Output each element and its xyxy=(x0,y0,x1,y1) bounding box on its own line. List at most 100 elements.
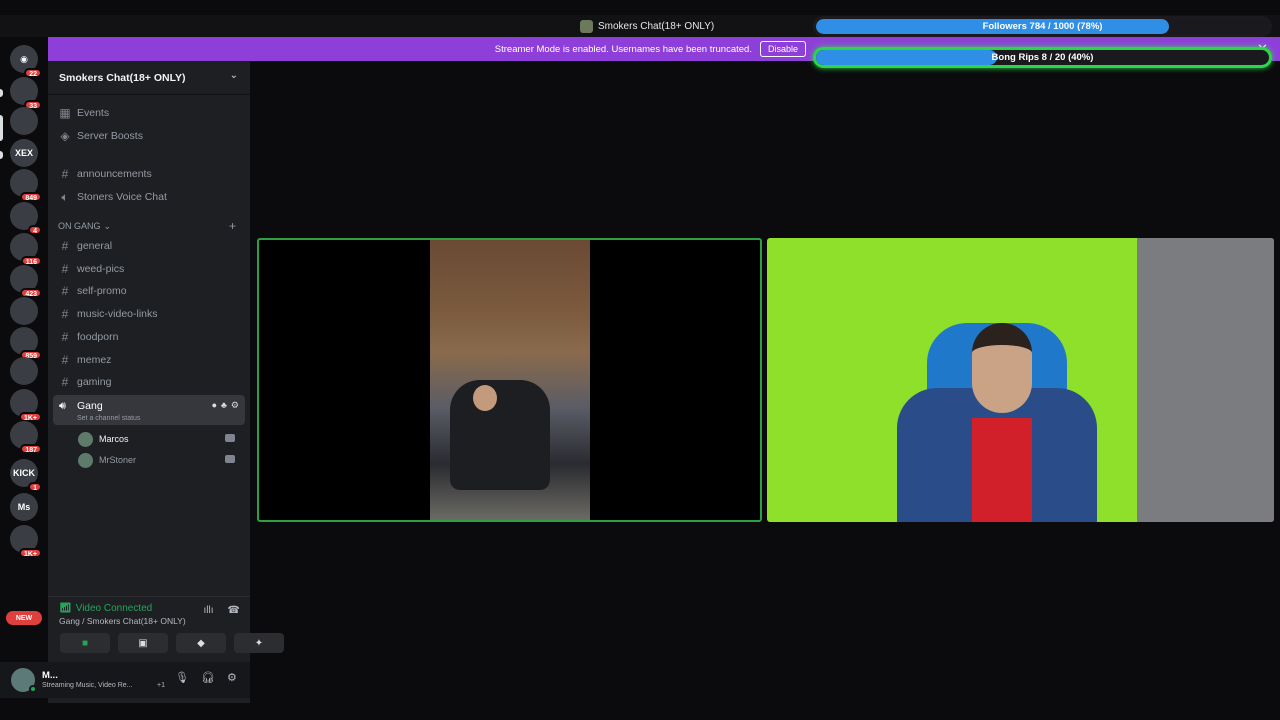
chevron-down-icon: ⌄ xyxy=(103,221,112,231)
server-1-icon[interactable]: 33 xyxy=(10,77,42,110)
user-controls: 🎙︎ 🎧︎ ⚙ xyxy=(175,671,237,684)
microphone-icon[interactable]: 🎙︎ xyxy=(175,671,189,684)
channel-label: general xyxy=(77,240,113,252)
calendar-icon: ▦ xyxy=(59,106,71,120)
server-glyph: Ms xyxy=(17,502,31,512)
headphones-icon[interactable]: 🎧︎ xyxy=(201,671,215,684)
speaker-icon: 🔊︎ xyxy=(59,400,66,412)
channel-label: music-video-links xyxy=(77,308,158,321)
voice-user-name: Marcos xyxy=(99,434,129,444)
invite-icon[interactable]: ♣ xyxy=(221,400,227,411)
chat-icon[interactable]: ● xyxy=(212,400,217,411)
server-4-icon[interactable]: 849 xyxy=(10,169,42,202)
boost-icon: ◈ xyxy=(60,129,70,143)
server-ms-icon[interactable]: Ms xyxy=(10,493,38,521)
channel-general[interactable]: # general xyxy=(54,236,244,256)
server-icon xyxy=(580,19,593,33)
disconnect-icon[interactable]: ☎ xyxy=(228,605,240,616)
voice-connection-panel: 📶︎ Video Connected Gang / Smokers Chat(1… xyxy=(48,596,284,661)
voice-location[interactable]: Gang / Smokers Chat(18+ ONLY) xyxy=(59,616,186,626)
window-title-text: Smokers Chat(18+ ONLY) xyxy=(598,20,715,32)
hash-icon: # xyxy=(61,239,69,253)
new-badge: NEW xyxy=(6,611,42,625)
channel-gaming[interactable]: # gaming xyxy=(54,372,244,392)
server-11-icon[interactable]: 1K+ xyxy=(10,389,42,422)
server-xex-icon[interactable]: XEX xyxy=(10,139,38,167)
bong-rips-progress-label: Bong Rips 8 / 20 (40%) xyxy=(991,52,1094,63)
channel-label: gaming xyxy=(77,376,112,389)
gear-icon[interactable]: ⚙ xyxy=(227,671,237,684)
channel-self-promo[interactable]: # self-promo xyxy=(54,281,244,301)
server-glyph: KICK xyxy=(13,468,35,478)
video-background xyxy=(1137,238,1274,522)
screen-share-button[interactable]: ▣ xyxy=(118,633,168,653)
camera-button[interactable]: ■ xyxy=(60,633,110,653)
server-kick-icon[interactable]: KICK 1 xyxy=(10,459,42,492)
hash-icon: # xyxy=(61,329,69,344)
server-boosts-label: Server Boosts xyxy=(77,130,143,142)
person-figure xyxy=(450,380,550,490)
create-channel-icon[interactable]: + xyxy=(229,219,236,233)
server-boosts-item[interactable]: ◈ Server Boosts xyxy=(54,126,244,146)
category-label: ON GANG xyxy=(58,221,101,231)
server-9-icon[interactable]: 859 xyxy=(10,327,42,360)
channel-status-link[interactable]: Set a channel status xyxy=(77,415,140,422)
channel-label: Stoners Voice Chat xyxy=(77,191,167,203)
discord-window: Smokers Chat(18+ ONLY) Streamer Mode is … xyxy=(0,0,1280,720)
channel-label: announcements xyxy=(77,168,152,180)
channel-music-video-links[interactable]: # music-video-links xyxy=(54,304,244,324)
gear-icon[interactable]: ⚙ xyxy=(231,400,239,411)
voice-channel-gang[interactable]: 🔊︎ Gang Set a channel status ● ♣ ⚙ xyxy=(53,395,245,425)
direct-messages-icon[interactable]: ◉ 22 xyxy=(10,45,42,78)
category-header[interactable]: ON GANG ⌄ xyxy=(58,221,111,232)
server-header[interactable]: Smokers Chat(18+ ONLY) ⌄ xyxy=(48,61,250,95)
video-tile-marcos[interactable] xyxy=(257,238,762,522)
server-8-icon[interactable] xyxy=(10,297,38,325)
person-head xyxy=(972,323,1032,413)
chevron-down-icon: ⌄ xyxy=(229,70,238,81)
avatar xyxy=(78,431,93,447)
followers-progress-bar: Followers 784 / 1000 (78%) xyxy=(813,16,1272,37)
unread-pip xyxy=(0,151,3,159)
server-name: Smokers Chat(18+ ONLY) xyxy=(59,71,186,84)
avatar xyxy=(78,452,93,468)
server-10-icon[interactable] xyxy=(10,357,38,385)
username[interactable]: M... xyxy=(42,670,58,681)
hash-icon: # xyxy=(61,375,69,390)
voice-user-mrstoner[interactable]: MrStoner xyxy=(78,451,235,469)
channel-announcements[interactable]: # announcements xyxy=(54,164,244,184)
channel-label: self-promo xyxy=(77,285,127,298)
voice-channel-name: Gang xyxy=(77,400,103,412)
voice-status[interactable]: 📶︎ Video Connected xyxy=(59,603,152,614)
channel-memez[interactable]: # memez xyxy=(54,350,244,370)
camera-icon xyxy=(225,434,235,442)
channel-foodporn[interactable]: # foodporn xyxy=(54,327,244,347)
noise-suppression-icon[interactable]: ıllı xyxy=(204,605,214,616)
hash-icon: # xyxy=(61,261,69,276)
voice-user-name: MrStoner xyxy=(99,455,137,465)
user-panel: M... Streaming Music, Video Re... +1 🎙︎ … xyxy=(0,662,250,698)
server-5-icon[interactable]: 4 xyxy=(10,202,42,235)
channel-weed-pics[interactable]: # weed-pics xyxy=(54,259,244,279)
channel-stoners-voice-chat[interactable]: 🔈︎ Stoners Voice Chat xyxy=(54,187,244,207)
events-item[interactable]: ▦ Events xyxy=(54,103,244,123)
disable-streamer-mode-button[interactable]: Disable xyxy=(759,41,806,57)
activity-count: +1 xyxy=(157,682,165,689)
video-tile-mrstoner[interactable] xyxy=(767,238,1274,522)
server-smokers-chat-icon[interactable] xyxy=(10,107,38,135)
unread-pip xyxy=(0,89,3,97)
soundboard-button[interactable]: ✦ xyxy=(234,633,284,653)
selected-pip xyxy=(0,115,3,141)
mention-badge: 187 xyxy=(20,444,42,454)
server-7-icon[interactable]: 423 xyxy=(10,265,42,298)
voice-user-marcos[interactable]: Marcos xyxy=(78,430,235,448)
voice-status-text: Video Connected xyxy=(75,603,153,614)
mention-badge: 849 xyxy=(20,192,42,202)
server-12-icon[interactable]: 187 xyxy=(10,421,42,454)
person-face xyxy=(473,385,497,411)
server-6-icon[interactable]: 116 xyxy=(10,233,42,266)
server-16-icon[interactable]: 1K+ xyxy=(10,525,42,558)
signal-icon: 📶︎ xyxy=(59,603,72,614)
streamer-banner-text: Streamer Mode is enabled. Usernames have… xyxy=(494,43,752,55)
activities-button[interactable]: ◆ xyxy=(176,633,226,653)
